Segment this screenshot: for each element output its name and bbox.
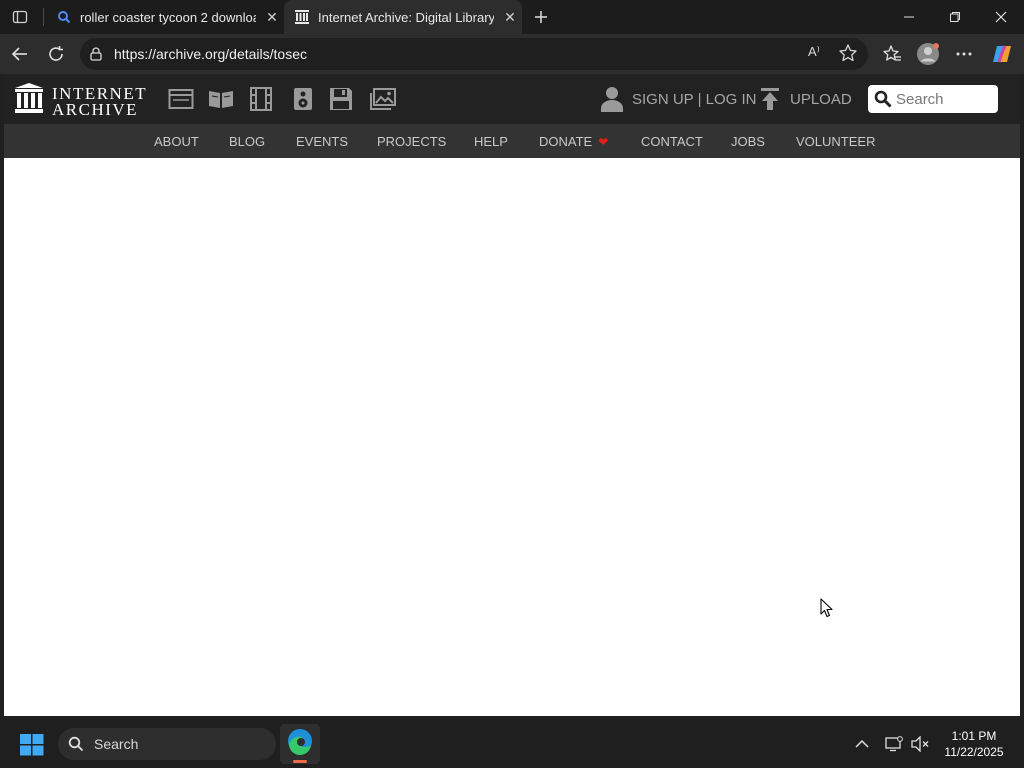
close-window-icon[interactable] — [986, 4, 1016, 30]
new-tab-icon[interactable] — [530, 6, 552, 28]
signup-login-link[interactable]: SIGN UP | LOG IN — [600, 86, 756, 112]
edge-browser-icon — [288, 729, 312, 756]
nav-help[interactable]: HELP — [474, 134, 508, 149]
video-film-icon[interactable] — [248, 86, 274, 112]
address-bar[interactable]: https://archive.org/details/tosec A⁾ — [80, 38, 868, 70]
system-clock[interactable]: 1:01 PM 11/22/2025 — [936, 728, 1012, 760]
browser-toolbar: https://archive.org/details/tosec A⁾ — [0, 34, 1024, 74]
read-aloud-icon[interactable]: A⁾ — [808, 44, 820, 60]
tab-title: Internet Archive: Digital Library of — [318, 9, 494, 25]
nav-about[interactable]: ABOUT — [154, 134, 199, 149]
nav-projects[interactable]: PROJECTS — [377, 134, 446, 149]
browser-tab-bar: roller coaster tycoon 2 download ✕ Inter… — [0, 0, 1024, 34]
upload-link[interactable]: UPLOAD — [760, 86, 852, 112]
back-icon[interactable] — [8, 42, 32, 66]
ia-search-box[interactable] — [868, 85, 998, 113]
search-icon[interactable] — [874, 90, 892, 108]
tab-title: roller coaster tycoon 2 download — [80, 9, 256, 25]
clock-date: 11/22/2025 — [944, 745, 1004, 759]
images-icon[interactable] — [370, 86, 396, 112]
edge-taskbar-app[interactable] — [280, 724, 320, 764]
taskbar-search-box[interactable]: Search — [58, 728, 276, 760]
favorites-icon[interactable] — [880, 42, 904, 66]
volume-muted-icon[interactable] — [910, 734, 930, 754]
nav-events[interactable]: EVENTS — [296, 134, 348, 149]
tab-actions-icon[interactable] — [8, 6, 32, 28]
audio-speaker-icon[interactable] — [290, 86, 316, 112]
nav-blog[interactable]: BLOG — [229, 134, 265, 149]
taskbar-search-label: Search — [94, 736, 139, 752]
chevron-up-icon[interactable] — [852, 734, 872, 754]
network-icon[interactable] — [884, 734, 904, 754]
windows-start-icon[interactable] — [20, 734, 44, 756]
site-info-lock-icon[interactable] — [88, 46, 104, 62]
ia-logo[interactable]: INTERNET ARCHIVE — [14, 82, 154, 119]
close-tab-icon[interactable]: ✕ — [264, 9, 280, 25]
tab-roller-coaster[interactable]: roller coaster tycoon 2 download ✕ — [46, 0, 282, 34]
nav-donate-label: DONATE — [539, 134, 593, 149]
archive-favicon-icon — [294, 9, 310, 25]
signup-login-label: SIGN UP | LOG IN — [632, 90, 757, 108]
ia-secondary-nav: ABOUT BLOG EVENTS PROJECTS HELP DONATE ❤ … — [4, 124, 1020, 158]
more-options-icon[interactable] — [952, 42, 976, 66]
logo-text-archive: ARCHIVE — [52, 100, 139, 119]
url-text[interactable]: https://archive.org/details/tosec — [114, 46, 307, 62]
page-content-area — [4, 158, 1020, 716]
favorite-star-icon[interactable] — [838, 43, 858, 63]
upload-label: UPLOAD — [790, 90, 852, 108]
tab-internet-archive[interactable]: Internet Archive: Digital Library of ✕ — [284, 0, 522, 34]
clock-time: 1:01 PM — [951, 729, 997, 743]
windows-taskbar: Search 1:01 PM 11/22/2025 — [0, 720, 1024, 768]
archive-building-icon — [14, 82, 44, 114]
nav-contact[interactable]: CONTACT — [641, 134, 703, 149]
mouse-cursor-icon — [820, 598, 834, 618]
nav-volunteer[interactable]: VOLUNTEER — [796, 134, 875, 149]
nav-donate[interactable]: DONATE ❤ — [539, 134, 608, 149]
user-person-icon — [600, 86, 624, 112]
active-app-indicator — [293, 760, 307, 763]
copilot-icon[interactable] — [990, 42, 1014, 66]
search-icon — [68, 736, 84, 752]
profile-avatar-icon[interactable] — [916, 42, 940, 66]
refresh-icon[interactable] — [44, 42, 68, 66]
upload-arrow-icon — [760, 87, 780, 111]
search-favicon-icon — [56, 9, 72, 25]
restore-icon[interactable] — [940, 4, 970, 30]
heart-icon: ❤ — [598, 135, 609, 149]
texts-book-icon[interactable] — [208, 86, 234, 112]
search-input[interactable] — [896, 89, 992, 109]
close-tab-icon[interactable]: ✕ — [502, 9, 518, 25]
web-archive-icon[interactable] — [168, 86, 194, 112]
tab-separator — [43, 8, 44, 26]
minimize-icon[interactable] — [894, 4, 924, 30]
ia-top-bar: INTERNET ARCHIVE SIGN UP | LOG IN UPLOAD — [4, 74, 1020, 124]
nav-jobs[interactable]: JOBS — [731, 134, 765, 149]
software-floppy-icon[interactable] — [328, 86, 354, 112]
